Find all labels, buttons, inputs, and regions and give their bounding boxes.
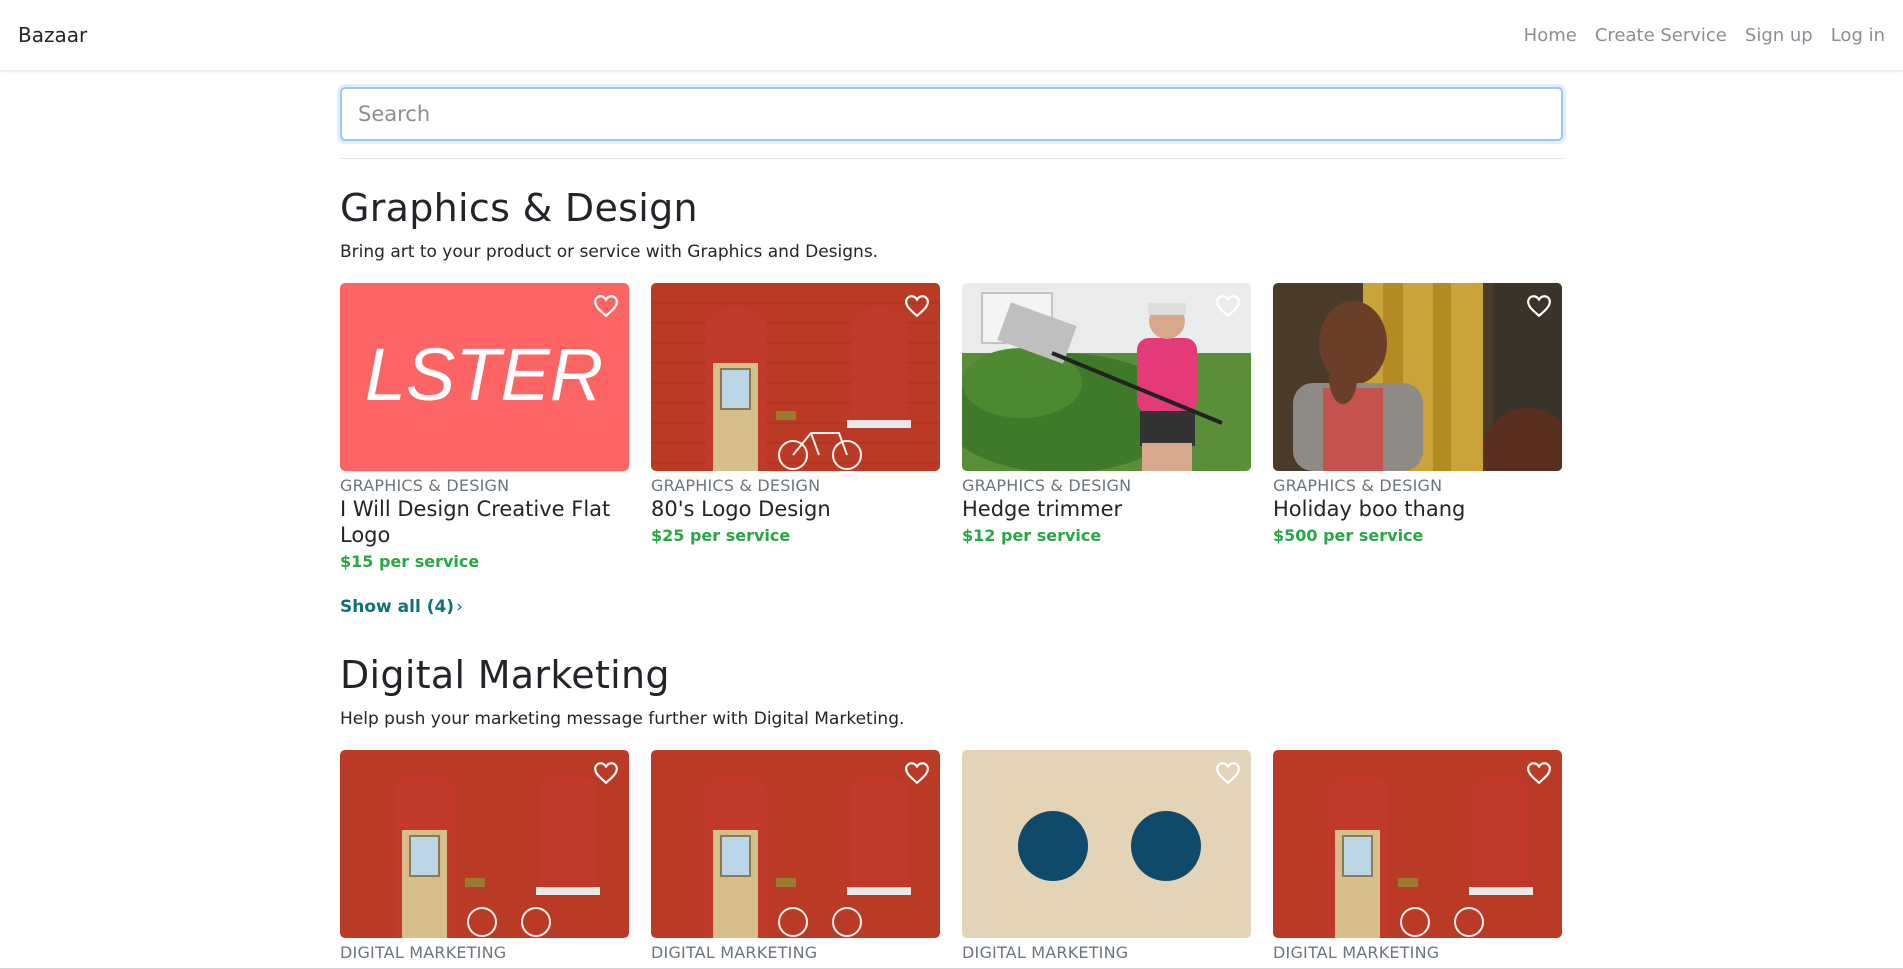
card-category: GRAPHICS & DESIGN [962,476,1132,495]
heart-icon[interactable] [593,761,619,785]
divider [340,158,1563,159]
service-image-lster-logo[interactable]: LSTER [340,283,629,471]
card-category: DIGITAL MARKETING [340,943,507,962]
service-card[interactable]: DIGITAL MARKETING [651,750,940,962]
nav-link-sign-up[interactable]: Sign up [1745,25,1813,46]
service-card[interactable]: DIGITAL MARKETING [1273,750,1562,962]
heart-icon[interactable] [593,294,619,318]
card-price: $15 per service [340,552,480,571]
navbar: Bazaar Home Create Service Sign up Log i… [0,0,1903,70]
service-card[interactable]: GRAPHICS & DESIGN Holiday boo thang $500… [1273,283,1562,571]
section-title: Graphics & Design [340,186,698,230]
search-container [340,87,1563,159]
service-card[interactable]: DIGITAL MARKETING [340,750,629,962]
card-title[interactable]: Holiday boo thang [1273,496,1562,522]
logo-text: LSTER [365,333,604,416]
card-title[interactable]: Hedge trimmer [962,496,1251,522]
heart-icon[interactable] [904,761,930,785]
section-graphics-design: Graphics & Design Bring art to your prod… [340,186,1563,617]
nav-link-log-in[interactable]: Log in [1831,25,1885,46]
section-digital-marketing: Digital Marketing Help push your marketi… [340,653,1563,962]
service-image-red-brick-door[interactable] [651,750,940,938]
chevron-right-icon: › [456,597,463,617]
search-input[interactable] [340,87,1563,141]
service-image-red-brick-door[interactable] [651,283,940,471]
card-title[interactable]: 80's Logo Design [651,496,940,522]
service-card[interactable]: GRAPHICS & DESIGN 80's Logo Design $25 p… [651,283,940,571]
card-row: DIGITAL MARKETING DIGITAL MARKETING DIGI… [340,750,1563,962]
nav-link-home[interactable]: Home [1524,25,1577,46]
section-title: Digital Marketing [340,653,670,697]
nav-links: Home Create Service Sign up Log in [1524,25,1885,46]
service-image-blue-dots-sand[interactable] [962,750,1251,938]
card-price: $12 per service [962,526,1102,545]
service-image-person-face-palm[interactable] [1273,283,1562,471]
service-image-red-brick-door[interactable] [340,750,629,938]
show-all-link[interactable]: Show all (4) › [340,597,463,617]
card-category: GRAPHICS & DESIGN [340,476,510,495]
card-category: DIGITAL MARKETING [651,943,818,962]
section-description: Bring art to your product or service wit… [340,242,879,262]
heart-icon[interactable] [1526,761,1552,785]
service-image-man-mowing-hedge[interactable] [962,283,1251,471]
nav-link-create-service[interactable]: Create Service [1595,25,1727,46]
brand-link[interactable]: Bazaar [18,23,87,47]
card-row: LSTER GRAPHICS & DESIGN I Will Design Cr… [340,283,1563,571]
section-description: Help push your marketing message further… [340,709,905,729]
card-category: DIGITAL MARKETING [962,943,1129,962]
heart-icon[interactable] [904,294,930,318]
heart-icon[interactable] [1526,294,1552,318]
card-category: DIGITAL MARKETING [1273,943,1440,962]
card-category: GRAPHICS & DESIGN [1273,476,1443,495]
service-card[interactable]: DIGITAL MARKETING [962,750,1251,962]
card-title[interactable]: I Will Design Creative Flat Logo [340,496,629,548]
card-category: GRAPHICS & DESIGN [651,476,821,495]
card-price: $25 per service [651,526,791,545]
heart-icon[interactable] [1215,294,1241,318]
service-card[interactable]: LSTER GRAPHICS & DESIGN I Will Design Cr… [340,283,629,571]
service-card[interactable]: GRAPHICS & DESIGN Hedge trimmer $12 per … [962,283,1251,571]
heart-icon[interactable] [1215,761,1241,785]
card-price: $500 per service [1273,526,1424,545]
service-image-red-brick-door[interactable] [1273,750,1562,938]
show-all-label: Show all (4) [340,597,455,617]
